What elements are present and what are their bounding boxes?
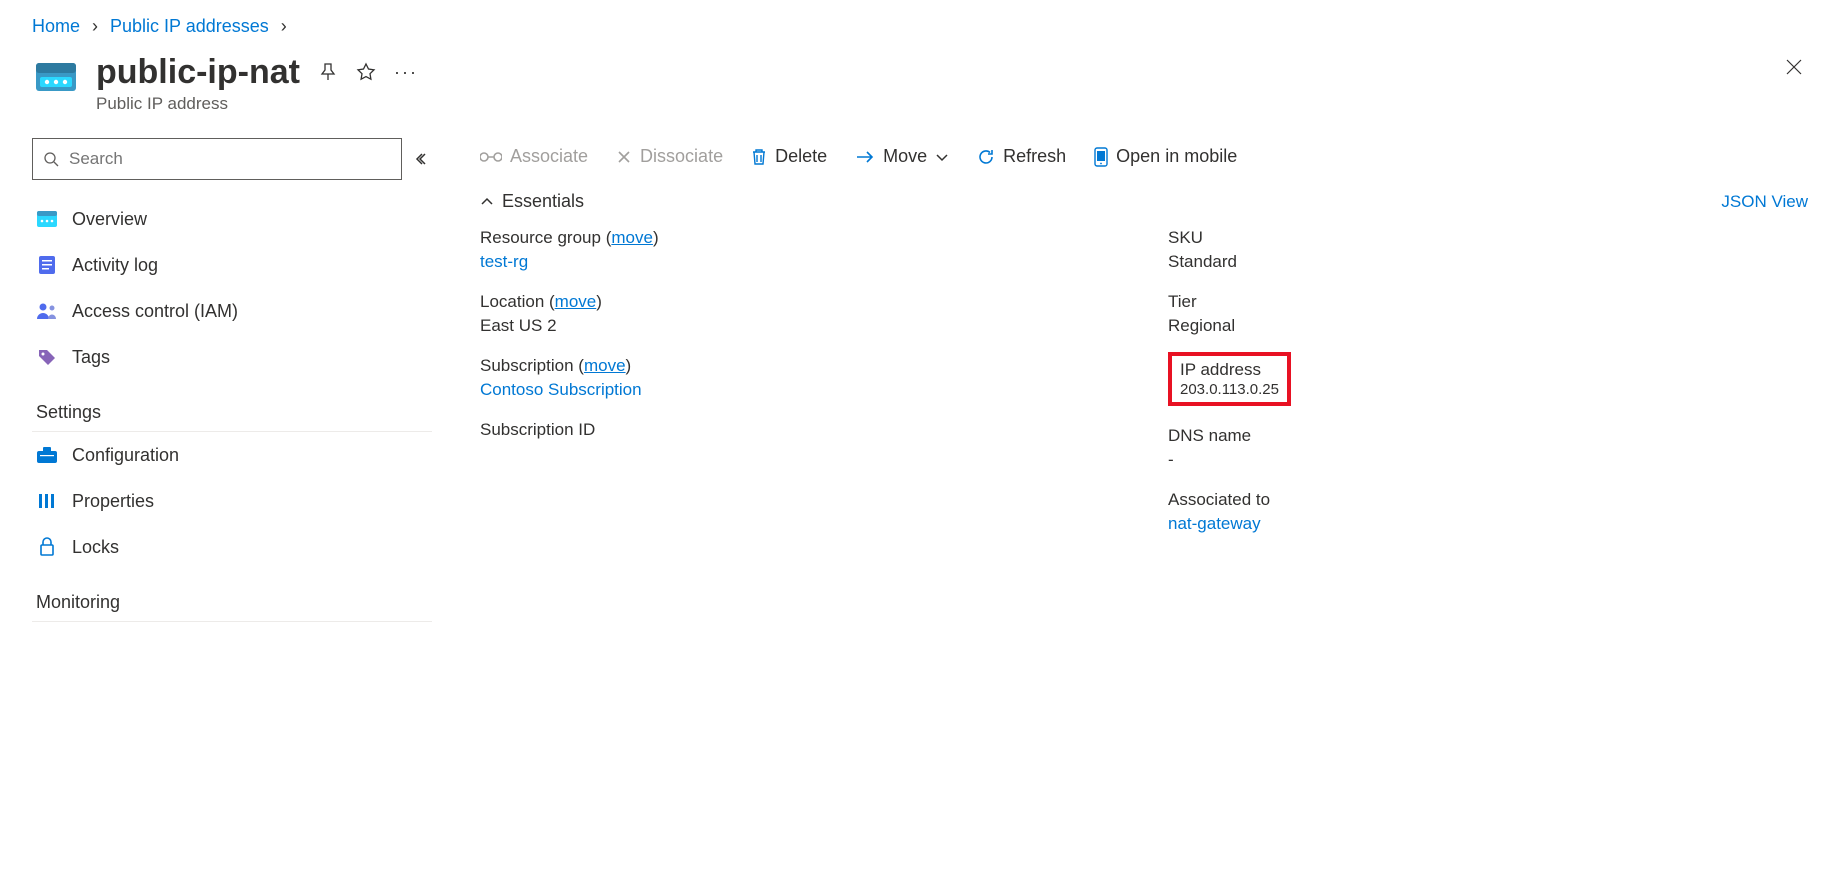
sidebar-section-monitoring: Monitoring — [32, 578, 432, 622]
mobile-icon — [1094, 147, 1108, 167]
associate-icon — [480, 149, 502, 165]
sidebar-item-overview[interactable]: Overview — [32, 196, 432, 242]
toolbar: Associate Dissociate Delete — [480, 138, 1808, 191]
sidebar-item-label: Activity log — [72, 255, 158, 276]
field-label-associated-to: Associated to — [1168, 490, 1808, 510]
breadcrumb-home[interactable]: Home — [32, 16, 80, 37]
delete-button[interactable]: Delete — [751, 146, 827, 167]
configuration-icon — [36, 444, 58, 466]
sidebar-item-properties[interactable]: Properties — [32, 478, 432, 524]
dissociate-icon — [616, 149, 632, 165]
dissociate-button: Dissociate — [616, 146, 723, 167]
sidebar-item-access-control[interactable]: Access control (IAM) — [32, 288, 432, 334]
field-label-resource-group: Resource group (move) — [480, 228, 1120, 248]
chevron-up-icon — [480, 197, 494, 207]
subscription-link[interactable]: Contoso Subscription — [480, 380, 1120, 400]
sku-value: Standard — [1168, 252, 1808, 272]
more-icon[interactable]: ··· — [394, 62, 418, 83]
sidebar-item-label: Properties — [72, 491, 154, 512]
open-mobile-button[interactable]: Open in mobile — [1094, 146, 1237, 167]
tags-icon — [36, 346, 58, 368]
collapse-sidebar-icon[interactable] — [414, 150, 432, 168]
resource-group-link[interactable]: test-rg — [480, 252, 1120, 272]
json-view-link[interactable]: JSON View — [1721, 192, 1808, 212]
sidebar-section-settings: Settings — [32, 388, 432, 432]
dns-name-value: - — [1168, 450, 1808, 470]
refresh-icon — [977, 148, 995, 166]
ip-address-value: 203.0.113.0.25 — [1180, 381, 1279, 398]
field-label-subscription-id: Subscription ID — [480, 420, 1120, 440]
breadcrumb: Home › Public IP addresses › — [32, 16, 1808, 37]
search-input-wrapper[interactable] — [32, 138, 402, 180]
locks-icon — [36, 536, 58, 558]
associated-to-link[interactable]: nat-gateway — [1168, 514, 1808, 534]
move-icon — [855, 150, 875, 164]
sidebar-item-label: Configuration — [72, 445, 179, 466]
star-icon[interactable] — [356, 62, 376, 83]
search-input[interactable] — [67, 148, 391, 170]
chevron-right-icon: › — [92, 16, 98, 37]
sidebar-item-tags[interactable]: Tags — [32, 334, 432, 380]
field-label-tier: Tier — [1168, 292, 1808, 312]
move-link[interactable]: move — [584, 356, 626, 375]
chevron-right-icon: › — [281, 16, 287, 37]
sidebar-item-label: Overview — [72, 209, 147, 230]
field-label-sku: SKU — [1168, 228, 1808, 248]
sidebar-item-configuration[interactable]: Configuration — [32, 432, 432, 478]
move-link[interactable]: move — [611, 228, 653, 247]
refresh-button[interactable]: Refresh — [977, 146, 1066, 167]
sidebar: Overview Activity log Access control (IA… — [32, 138, 432, 622]
ip-address-highlight: IP address 203.0.113.0.25 — [1168, 352, 1291, 406]
field-label-dns-name: DNS name — [1168, 426, 1808, 446]
access-control-icon — [36, 300, 58, 322]
breadcrumb-parent[interactable]: Public IP addresses — [110, 16, 269, 37]
overview-icon — [36, 208, 58, 230]
associate-button: Associate — [480, 146, 588, 167]
public-ip-resource-icon — [32, 53, 80, 101]
sidebar-item-activity-log[interactable]: Activity log — [32, 242, 432, 288]
close-icon[interactable] — [1780, 53, 1808, 81]
page-subtitle: Public IP address — [96, 94, 418, 114]
activity-log-icon — [36, 254, 58, 276]
pin-icon[interactable] — [318, 62, 338, 83]
move-button[interactable]: Move — [855, 146, 949, 167]
delete-icon — [751, 148, 767, 166]
move-link[interactable]: move — [555, 292, 597, 311]
sidebar-item-label: Locks — [72, 537, 119, 558]
field-label-location: Location (move) — [480, 292, 1120, 312]
sidebar-item-label: Tags — [72, 347, 110, 368]
search-icon — [43, 151, 59, 167]
tier-value: Regional — [1168, 316, 1808, 336]
sidebar-item-locks[interactable]: Locks — [32, 524, 432, 570]
properties-icon — [36, 490, 58, 512]
page-title: public-ip-nat — [96, 53, 300, 92]
main-content: Associate Dissociate Delete — [480, 138, 1808, 622]
field-label-subscription: Subscription (move) — [480, 356, 1120, 376]
location-value: East US 2 — [480, 316, 1120, 336]
field-label-ip-address: IP address — [1180, 360, 1279, 380]
essentials-toggle[interactable]: Essentials — [480, 191, 584, 212]
sidebar-item-label: Access control (IAM) — [72, 301, 238, 322]
chevron-down-icon — [935, 152, 949, 162]
